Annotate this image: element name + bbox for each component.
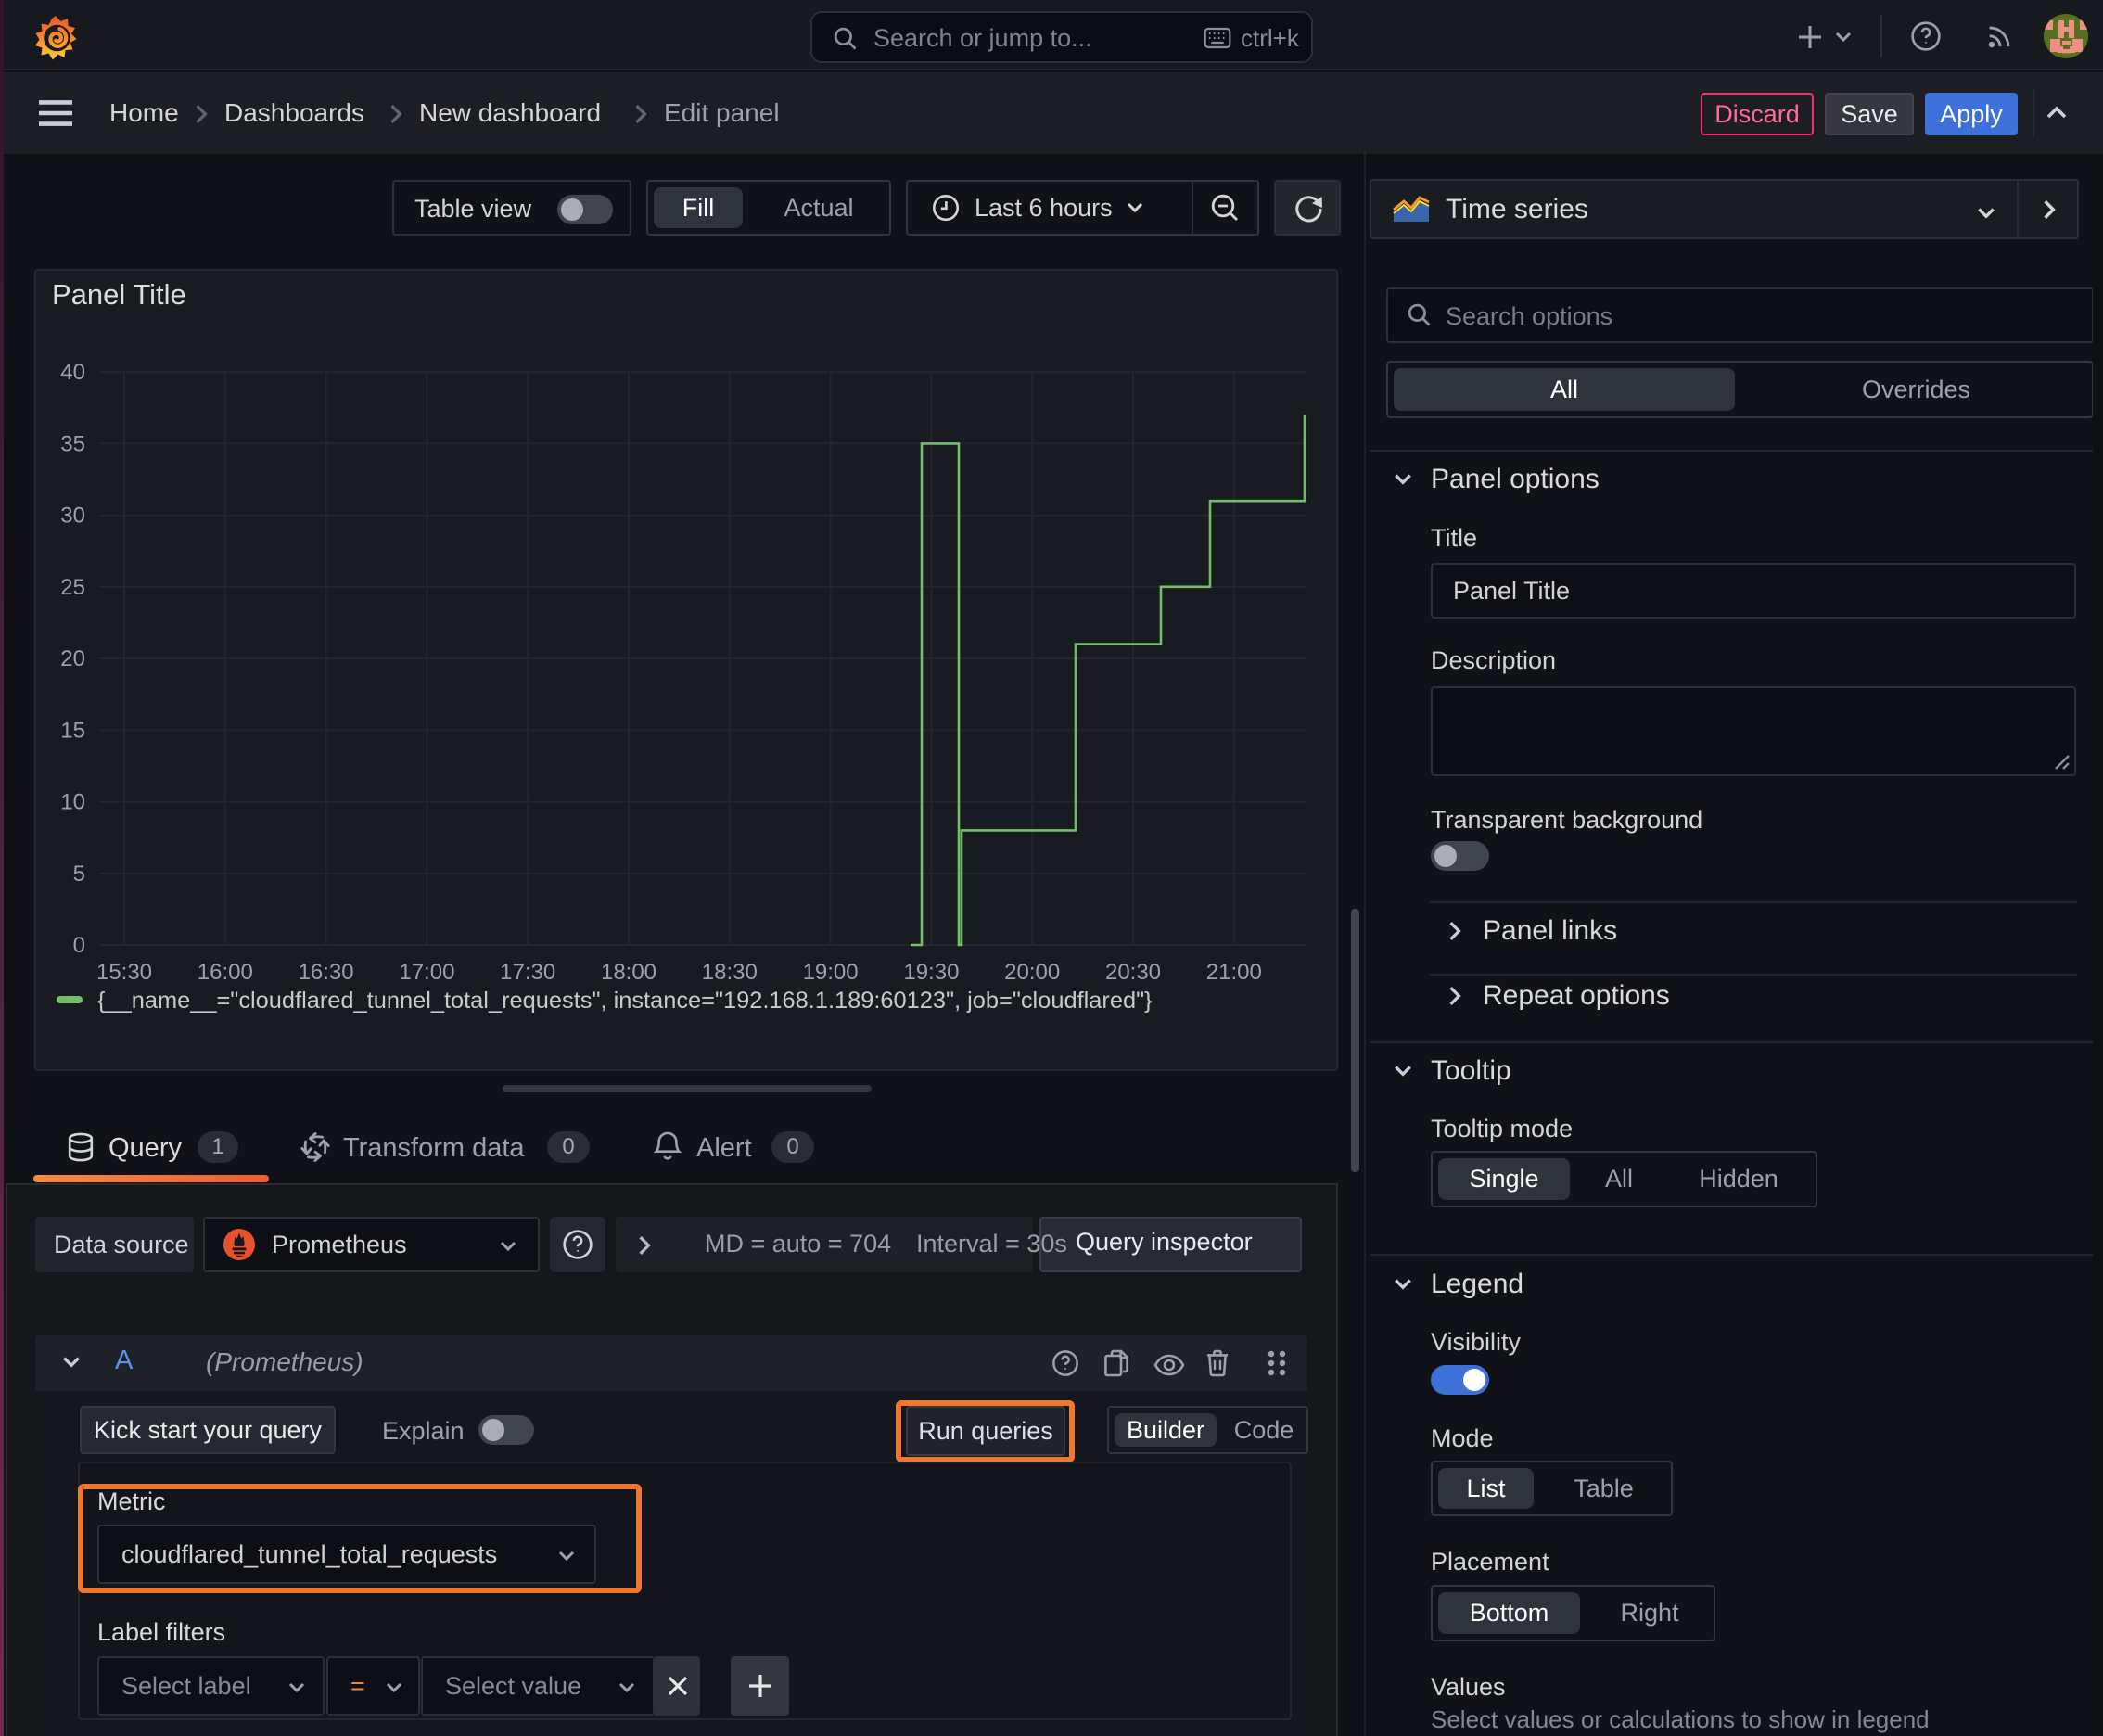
svg-text:21:00: 21:00 — [1206, 960, 1262, 985]
svg-text:{__name__="cloudflared_tunnel_: {__name__="cloudflared_tunnel_total_requ… — [97, 988, 1153, 1014]
svg-text:19:30: 19:30 — [903, 960, 959, 985]
svg-text:15: 15 — [60, 718, 85, 743]
svg-text:20: 20 — [60, 646, 85, 671]
svg-text:15:30: 15:30 — [96, 960, 152, 985]
svg-text:0: 0 — [73, 933, 85, 958]
svg-text:10: 10 — [60, 790, 85, 815]
svg-text:17:30: 17:30 — [500, 960, 555, 985]
svg-text:20:00: 20:00 — [1004, 960, 1060, 985]
svg-text:16:30: 16:30 — [299, 960, 354, 985]
svg-text:30: 30 — [60, 504, 85, 529]
svg-text:20:30: 20:30 — [1105, 960, 1161, 985]
svg-text:40: 40 — [60, 360, 85, 385]
svg-text:5: 5 — [73, 862, 85, 887]
svg-text:18:00: 18:00 — [601, 960, 656, 985]
svg-text:35: 35 — [60, 431, 85, 456]
svg-text:16:00: 16:00 — [198, 960, 253, 985]
svg-text:17:00: 17:00 — [399, 960, 454, 985]
svg-text:25: 25 — [60, 575, 85, 600]
svg-text:18:30: 18:30 — [702, 960, 758, 985]
svg-text:19:00: 19:00 — [803, 960, 859, 985]
